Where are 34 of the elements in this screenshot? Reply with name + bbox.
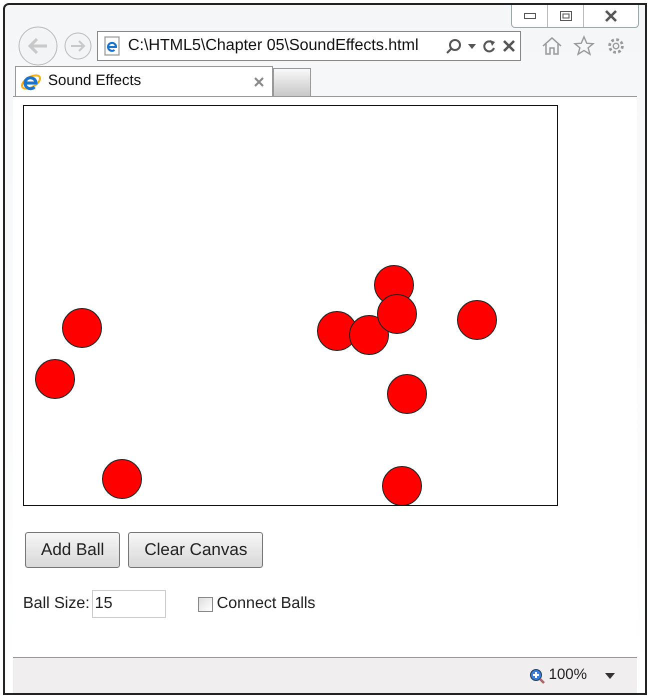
star-icon[interactable] [573, 35, 595, 57]
ball [62, 308, 102, 348]
search-icon[interactable] [446, 38, 462, 54]
ball [317, 311, 357, 351]
stop-icon[interactable] [502, 39, 516, 53]
address-bar[interactable]: C:\HTML5\Chapter 05\SoundEffects.html [97, 31, 521, 61]
ball [102, 459, 142, 499]
add-ball-button[interactable]: Add Ball [25, 532, 120, 568]
ball-size-input[interactable]: 15 [92, 590, 166, 618]
maximize-icon [560, 11, 572, 21]
ball [35, 359, 75, 399]
page-e-icon [102, 36, 122, 56]
back-button[interactable] [17, 25, 59, 67]
ball [387, 374, 427, 414]
refresh-icon[interactable] [482, 38, 496, 54]
connect-balls-checkbox[interactable] [198, 596, 213, 612]
close-tab-icon[interactable] [254, 76, 264, 86]
connect-balls-label: Connect Balls [216, 594, 316, 614]
close-icon [604, 10, 618, 22]
clear-canvas-button[interactable]: Clear Canvas [128, 532, 264, 568]
browser-tab[interactable]: Sound Effects [15, 66, 273, 96]
ball [349, 315, 389, 355]
zoom-icon[interactable] [528, 668, 545, 684]
dropdown-caret-icon[interactable] [468, 44, 476, 48]
new-tab-button[interactable] [273, 68, 311, 96]
ball-size-label: Ball Size: [23, 594, 90, 614]
url-text: C:\HTML5\Chapter 05\SoundEffects.html [128, 36, 419, 56]
home-icon[interactable] [541, 36, 563, 56]
ball [457, 300, 497, 340]
minimize-icon [524, 13, 536, 19]
dropdown-caret-icon[interactable] [605, 672, 615, 678]
ball [377, 294, 417, 334]
zoom-level[interactable]: 100% [548, 664, 587, 687]
settings-icon[interactable] [605, 35, 627, 57]
